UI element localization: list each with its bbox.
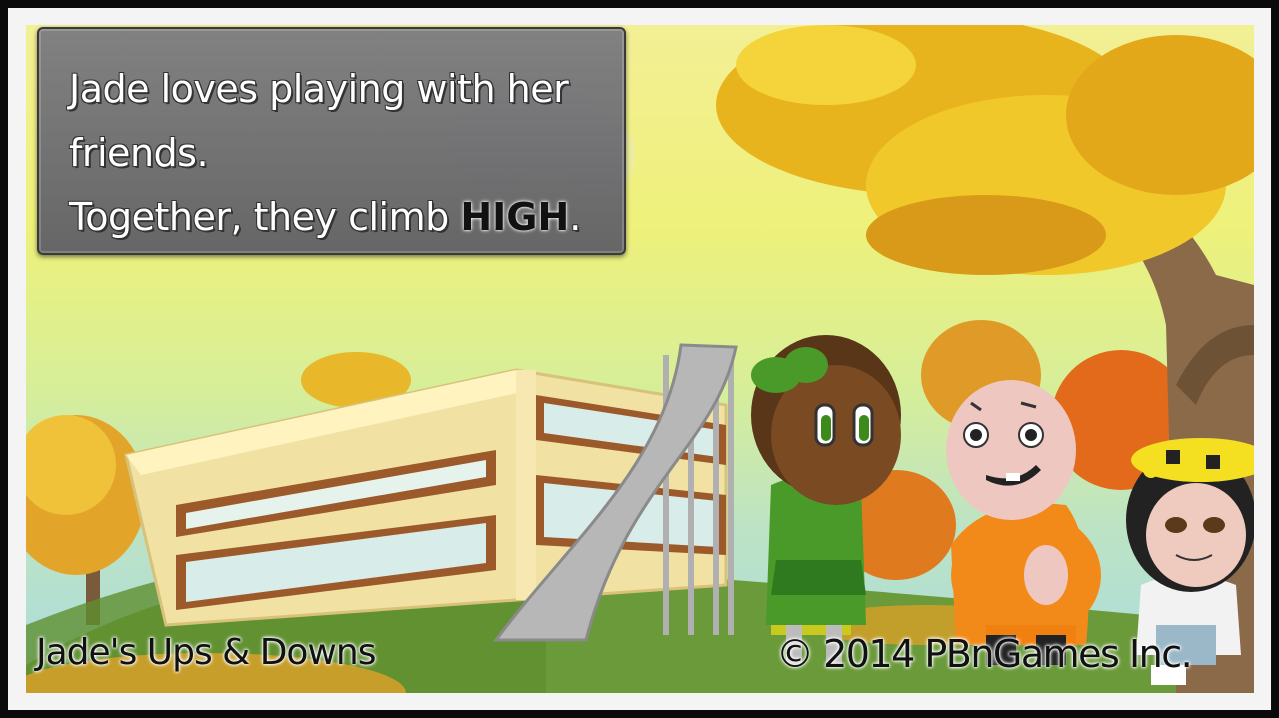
narration-line-3-suffix: . [569,195,581,239]
game-frame: Jade loves playing with her friends. Tog… [0,0,1279,718]
game-title: Jade's Ups & Downs [36,632,376,673]
narration-line-3: Together, they climb HIGH. [69,185,600,249]
narration-line-1: Jade loves playing with her [69,67,569,111]
narration-line-3-text: Together, they climb [69,195,449,239]
copyright-notice: © 2014 PBnGames Inc. [776,632,1193,676]
narration-box: Jade loves playing with her friends. Tog… [37,27,626,255]
narration-emphasis-word: HIGH [460,195,570,239]
narration-line-2: friends. [69,131,209,175]
